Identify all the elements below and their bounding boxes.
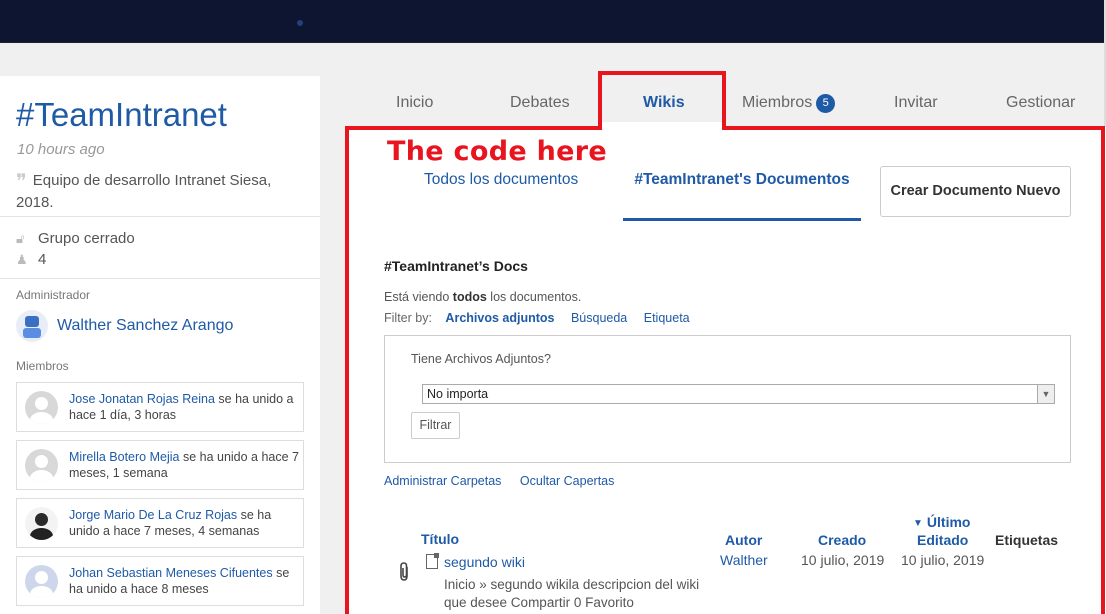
member-count-badge: 5 bbox=[816, 94, 836, 113]
admin-entry[interactable]: Walther Sanchez Arango bbox=[16, 310, 233, 342]
member-text: Jorge Mario De La Cruz Rojas se ha unido… bbox=[69, 507, 299, 539]
divider bbox=[0, 278, 320, 279]
member-name-link[interactable]: Mirella Botero Mejia bbox=[69, 450, 179, 464]
member-card: Jose Jonatan Rojas Reina se ha unido a h… bbox=[16, 382, 304, 432]
tab-invitar[interactable]: Invitar bbox=[894, 94, 938, 112]
group-time: 10 hours ago bbox=[17, 141, 105, 158]
tab-debates[interactable]: Debates bbox=[510, 94, 570, 112]
tab-inicio[interactable]: Inicio bbox=[396, 94, 433, 112]
group-description: ❞ Equipo de desarrollo Intranet Siesa, 20… bbox=[16, 170, 306, 213]
quote-icon: ❞ bbox=[16, 169, 27, 193]
group-sidebar: #TeamIntranet 10 hours ago ❞ Equipo de de… bbox=[0, 76, 320, 614]
annotation-label: The code here bbox=[387, 136, 608, 167]
avatar-head bbox=[35, 397, 48, 410]
tab-gestionar[interactable]: Gestionar bbox=[1006, 94, 1075, 112]
avatar-head bbox=[25, 316, 39, 327]
avatar-shoulders bbox=[30, 528, 53, 540]
banner-glow bbox=[297, 20, 303, 26]
header-banner bbox=[0, 0, 1104, 43]
avatar-head bbox=[35, 571, 48, 584]
group-privacy: 🔓︎ Grupo cerrado bbox=[16, 230, 135, 247]
avatar-shoulders bbox=[30, 470, 53, 482]
lock-icon: 🔓︎ bbox=[16, 231, 25, 246]
avatar[interactable] bbox=[25, 391, 58, 424]
divider bbox=[0, 216, 320, 217]
members-label: Miembros bbox=[16, 359, 69, 373]
avatar[interactable] bbox=[25, 507, 58, 540]
avatar-head bbox=[35, 513, 48, 526]
tab-miembros-label: Miembros bbox=[742, 94, 813, 111]
avatar-shoulders bbox=[30, 412, 53, 424]
member-text: Mirella Botero Mejia se ha unido a hace … bbox=[69, 449, 299, 481]
avatar-body bbox=[23, 328, 41, 338]
member-name-link[interactable]: Johan Sebastian Meneses Cifuentes bbox=[69, 566, 273, 580]
admin-label: Administrador bbox=[16, 288, 91, 302]
tab-miembros[interactable]: Miembros 5 bbox=[742, 94, 836, 113]
member-card: Jorge Mario De La Cruz Rojas se ha unido… bbox=[16, 498, 304, 548]
avatar[interactable] bbox=[25, 449, 58, 482]
avatar-shoulders bbox=[30, 586, 53, 598]
member-name-link[interactable]: Jorge Mario De La Cruz Rojas bbox=[69, 508, 237, 522]
avatar-head bbox=[35, 455, 48, 468]
person-icon: ♟︎ bbox=[16, 252, 28, 267]
member-card: Johan Sebastian Meneses Cifuentes se ha … bbox=[16, 556, 304, 606]
member-text: Johan Sebastian Meneses Cifuentes se ha … bbox=[69, 565, 299, 597]
group-member-count: ♟︎ 4 bbox=[16, 251, 46, 268]
annotation-highlight-box bbox=[345, 126, 1105, 614]
member-name-link[interactable]: Jose Jonatan Rojas Reina bbox=[69, 392, 215, 406]
avatar[interactable] bbox=[16, 310, 48, 342]
group-privacy-text: Grupo cerrado bbox=[38, 230, 135, 247]
member-card: Mirella Botero Mejia se ha unido a hace … bbox=[16, 440, 304, 490]
admin-name-link[interactable]: Walther Sanchez Arango bbox=[57, 317, 233, 335]
group-member-count-text: 4 bbox=[38, 251, 47, 268]
group-title: #TeamIntranet bbox=[16, 96, 227, 133]
member-text: Jose Jonatan Rojas Reina se ha unido a h… bbox=[69, 391, 299, 423]
annotation-tab-mask bbox=[602, 122, 722, 130]
avatar[interactable] bbox=[25, 565, 58, 598]
group-description-text: Equipo de desarrollo Intranet Siesa, 201… bbox=[16, 172, 272, 211]
